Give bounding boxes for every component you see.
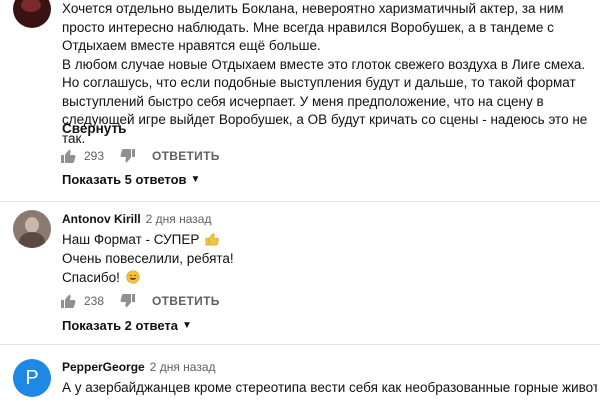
comment-text: Хочется отдельно выделить Боклана, невер… <box>62 0 590 148</box>
comment-line: Спасибо! <box>62 268 234 287</box>
show-replies-button[interactable]: Показать 2 ответа ▼ <box>62 318 192 333</box>
avatar[interactable]: P <box>13 359 51 397</box>
comment-actions: 293 ОТВЕТИТЬ <box>60 146 220 166</box>
avatar[interactable] <box>13 0 51 28</box>
chevron-down-icon: ▼ <box>181 320 192 331</box>
comment-line: Наш Формат - СУПЕР <box>62 230 234 249</box>
collapse-link[interactable]: Свернуть <box>62 121 126 136</box>
reply-button[interactable]: ОТВЕТИТЬ <box>152 149 220 163</box>
thumb-up-icon[interactable] <box>60 148 76 164</box>
timestamp[interactable]: 2 дня назад <box>150 360 216 374</box>
thumb-up-icon[interactable] <box>60 293 76 309</box>
comment-actions: 238 ОТВЕТИТЬ <box>60 291 220 311</box>
show-replies-button[interactable]: Показать 5 ответов ▼ <box>62 172 200 187</box>
thumbs-up-emoji-icon <box>205 232 219 246</box>
comment-line-text: Спасибо! <box>62 270 120 285</box>
author-name[interactable]: Antonov Kirill <box>62 212 141 226</box>
comment-paragraph: Хочется отдельно выделить Боклана, невер… <box>62 1 564 53</box>
author-name[interactable]: PepperGeorge <box>62 360 145 374</box>
chevron-down-icon: ▼ <box>190 174 201 185</box>
avatar[interactable] <box>13 210 51 248</box>
comment-header: PepperGeorge 2 дня назад <box>62 360 216 374</box>
comment-line: Очень повеселили, ребята! <box>62 251 234 266</box>
timestamp[interactable]: 2 дня назад <box>146 212 212 226</box>
divider <box>0 201 600 202</box>
avatar-letter: P <box>25 366 39 389</box>
thumb-down-icon[interactable] <box>120 293 136 309</box>
show-replies-label: Показать 2 ответа <box>62 318 178 333</box>
thumb-down-icon[interactable] <box>120 148 136 164</box>
reply-button[interactable]: ОТВЕТИТЬ <box>152 294 220 308</box>
like-count: 238 <box>84 294 105 308</box>
comment-text: Наш Формат - СУПЕР Очень повеселили, реб… <box>62 230 234 287</box>
comment-line-text: Наш Формат - СУПЕР <box>62 232 200 247</box>
comment-line: А у азербайджанцев кроме стереотипа вест… <box>62 380 597 395</box>
divider <box>0 344 600 345</box>
comment-header: Antonov Kirill 2 дня назад <box>62 212 211 226</box>
comment-paragraph: В любом случае новые Отдыхаем вместе это… <box>62 56 588 146</box>
show-replies-label: Показать 5 ответов <box>62 172 187 187</box>
grinning-face-emoji-icon <box>126 270 140 284</box>
comment-text: А у азербайджанцев кроме стереотипа вест… <box>62 378 597 397</box>
like-count: 293 <box>84 149 105 163</box>
